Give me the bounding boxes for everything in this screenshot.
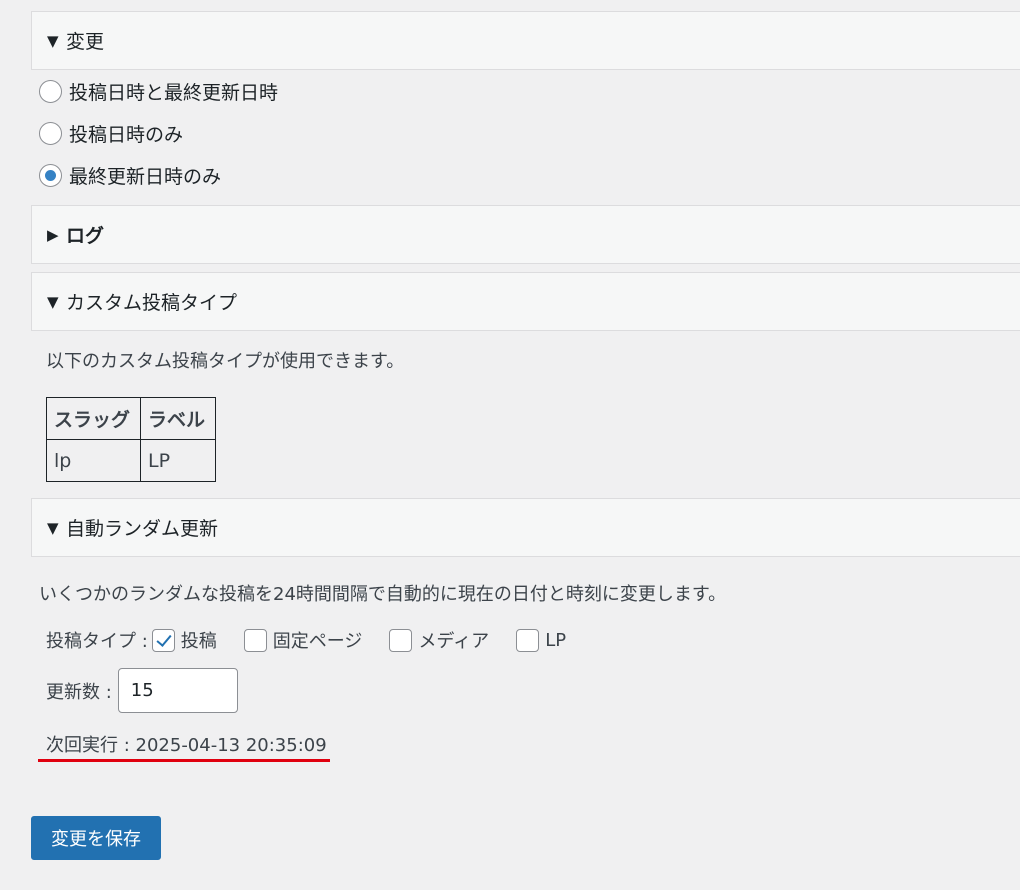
radio-label: 最終更新日時のみ [69, 165, 222, 188]
checkbox-page[interactable] [243, 628, 267, 652]
update-count-row: 更新数 : [46, 668, 238, 713]
custom-post-type-description: 以下のカスタム投稿タイプが使用できます。 [46, 351, 405, 372]
expanded-arrow-icon: ▼ [47, 31, 59, 50]
post-type-selector: 投稿タイプ : 投稿 固定ページ メディア LP [46, 627, 566, 653]
section-title-change: 変更 [66, 31, 105, 53]
expanded-arrow-icon: ▼ [47, 292, 59, 311]
radio-button-selected[interactable] [39, 163, 62, 187]
radio-option-modified-date[interactable]: 最終更新日時のみ [31, 154, 1020, 196]
expanded-arrow-icon: ▼ [47, 518, 59, 537]
checkbox-label-page: 固定ページ [272, 631, 363, 652]
section-title-log: ログ [66, 225, 105, 247]
checkbox-label-post: 投稿 [180, 631, 217, 652]
section-title-auto-random: 自動ランダム更新 [66, 518, 219, 540]
table-row: lp LP [46, 439, 216, 482]
post-type-label: 投稿タイプ : [46, 631, 148, 652]
table-header-row: スラッグ ラベル [46, 397, 216, 440]
table-cell-label: LP [140, 439, 216, 482]
auto-random-description: いくつかのランダムな投稿を24時間間隔で自動的に現在の日付と時刻に変更します。 [39, 584, 727, 605]
section-header-auto-random[interactable]: ▼ 自動ランダム更新 [31, 498, 1020, 557]
radio-label: 投稿日時のみ [69, 123, 184, 146]
section-header-change[interactable]: ▼ 変更 [31, 11, 1020, 70]
save-changes-button[interactable]: 変更を保存 [31, 816, 161, 860]
checkbox-media[interactable] [389, 628, 413, 652]
section-header-log[interactable]: ▶ ログ [31, 205, 1020, 264]
radio-option-post-date[interactable]: 投稿日時のみ [31, 112, 1020, 154]
table-cell-slug: lp [46, 439, 141, 482]
radio-button[interactable] [39, 121, 62, 145]
checkbox-lp[interactable] [516, 628, 540, 652]
checkbox-label-media: メディア [418, 631, 490, 652]
radio-option-both[interactable]: 投稿日時と最終更新日時 [31, 70, 1020, 112]
table-header-slug: スラッグ [46, 397, 141, 440]
next-run-text: 次回実行 : 2025-04-13 20:35:09 [46, 735, 327, 756]
collapsed-arrow-icon: ▶ [47, 225, 59, 244]
update-count-input[interactable] [117, 668, 238, 713]
section-title-custom-post-type: カスタム投稿タイプ [66, 292, 238, 314]
checkbox-label-lp: LP [545, 629, 567, 651]
section-header-custom-post-type[interactable]: ▼ カスタム投稿タイプ [31, 272, 1020, 331]
change-options: 投稿日時と最終更新日時 投稿日時のみ 最終更新日時のみ [31, 70, 1020, 196]
checkbox-post[interactable] [151, 628, 175, 652]
custom-post-type-table: スラッグ ラベル lp LP [46, 397, 216, 482]
radio-button[interactable] [39, 79, 62, 103]
table-header-label: ラベル [140, 397, 216, 440]
radio-label: 投稿日時と最終更新日時 [69, 81, 279, 104]
highlight-underline [38, 759, 330, 762]
update-count-label: 更新数 : [46, 681, 112, 703]
